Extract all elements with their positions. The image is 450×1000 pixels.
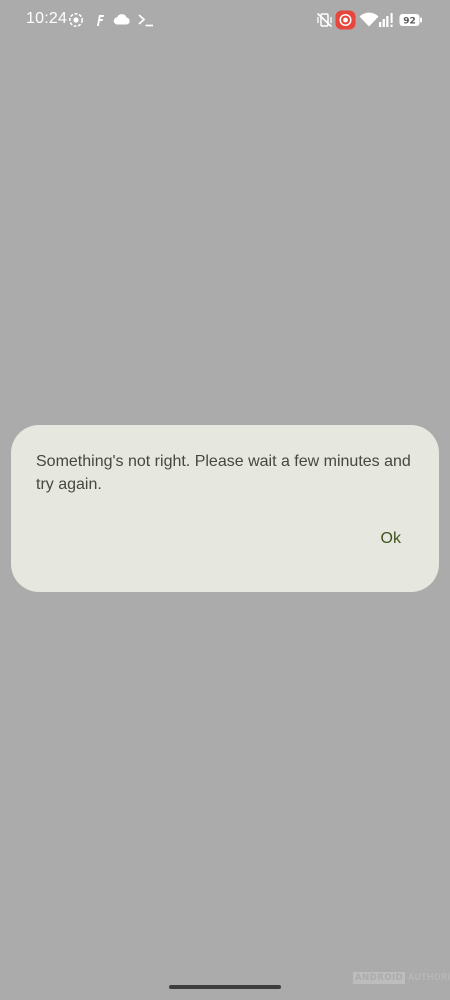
battery-level: 92 xyxy=(403,17,416,27)
status-bar: 10:24 92 xyxy=(0,0,450,40)
terminal-icon xyxy=(138,14,153,27)
signal-icon xyxy=(379,13,393,27)
watermark-brand-boxed: ANDROID xyxy=(353,972,406,984)
home-gesture-bar[interactable] xyxy=(169,985,281,989)
fitbit-f-icon xyxy=(97,15,104,26)
vibrate-off-icon xyxy=(316,12,333,28)
screen-record-icon xyxy=(335,10,356,30)
error-dialog: Something's not right. Please wait a few… xyxy=(11,425,439,592)
cloud-icon xyxy=(113,14,130,25)
android-authority-watermark: ANDROID AUTHORITY xyxy=(353,972,450,984)
ok-button[interactable]: Ok xyxy=(381,530,401,548)
clock: 10:24 xyxy=(26,10,68,27)
focus-icon xyxy=(69,13,83,27)
dialog-message: Something's not right. Please wait a few… xyxy=(36,453,411,493)
watermark-brand-plain: AUTHORITY xyxy=(408,973,450,983)
battery-icon: 92 xyxy=(399,14,422,27)
wifi-icon xyxy=(359,12,379,27)
